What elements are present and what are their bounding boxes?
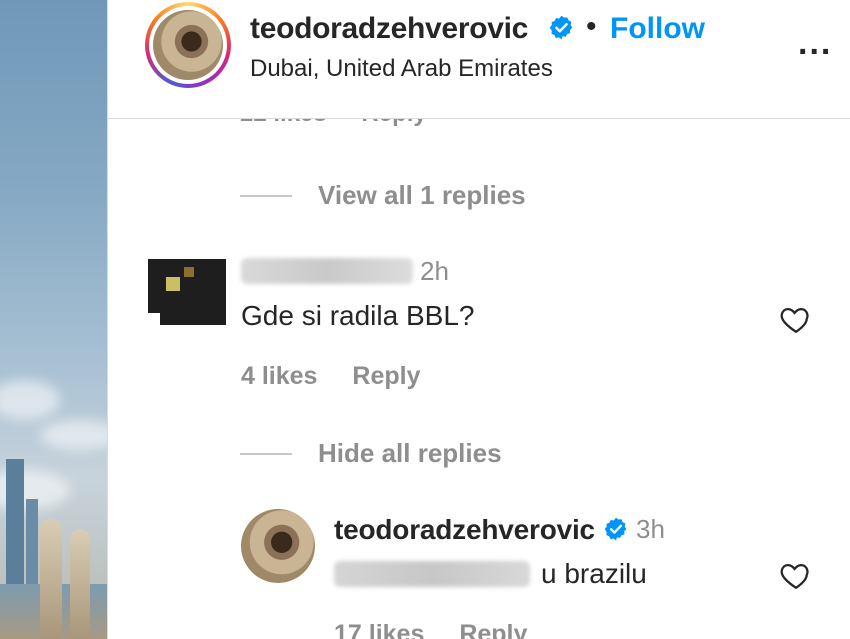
comment-time[interactable]: 2h [420, 256, 449, 287]
reply-reply-link[interactable]: Reply [459, 620, 527, 639]
more-options-icon[interactable]: ... [798, 24, 832, 63]
heart-icon[interactable] [778, 558, 814, 592]
author-username[interactable]: teodoradzehverovic [250, 12, 528, 46]
reply-likes[interactable]: 17 likes [334, 620, 424, 639]
verified-badge-icon [604, 517, 627, 541]
post-location[interactable]: Dubai, United Arab Emirates [250, 55, 553, 83]
comments-panel: 22 likes Reply View all 1 replies 2h Gde… [107, 0, 850, 639]
comment-meta: 4 likes Reply [241, 362, 449, 391]
heart-icon[interactable] [778, 302, 814, 336]
verified-badge-icon [549, 15, 573, 40]
comment-reply-link[interactable]: Reply [352, 362, 420, 390]
post-photo[interactable] [0, 0, 107, 639]
reply-mention-blurred[interactable] [334, 561, 530, 587]
reply-avatar[interactable] [241, 509, 315, 583]
reply-text: u brazilu [541, 558, 647, 589]
hide-replies-label: Hide all replies [318, 438, 502, 468]
commenter-username-blurred[interactable] [241, 258, 413, 284]
author-avatar[interactable] [153, 10, 223, 80]
follow-button[interactable]: Follow [610, 12, 705, 46]
divider-line [240, 194, 292, 197]
hide-replies-toggle[interactable]: Hide all replies [240, 438, 502, 469]
reply-time[interactable]: 3h [636, 514, 665, 545]
comment-likes[interactable]: 4 likes [241, 362, 317, 390]
story-ring[interactable] [145, 2, 231, 88]
view-replies-label: View all 1 replies [318, 180, 526, 210]
commenter-avatar[interactable] [148, 247, 226, 325]
comment-text: Gde si radila BBL? [241, 300, 475, 331]
view-replies-toggle[interactable]: View all 1 replies [240, 180, 526, 211]
post-header: teodoradzehverovic • Follow Dubai, Unite… [108, 0, 850, 119]
reply-meta: 17 likes Reply [334, 620, 555, 639]
divider-line [240, 452, 292, 455]
separator-dot: • [586, 10, 597, 43]
reply-username[interactable]: teodoradzehverovic [334, 514, 595, 546]
